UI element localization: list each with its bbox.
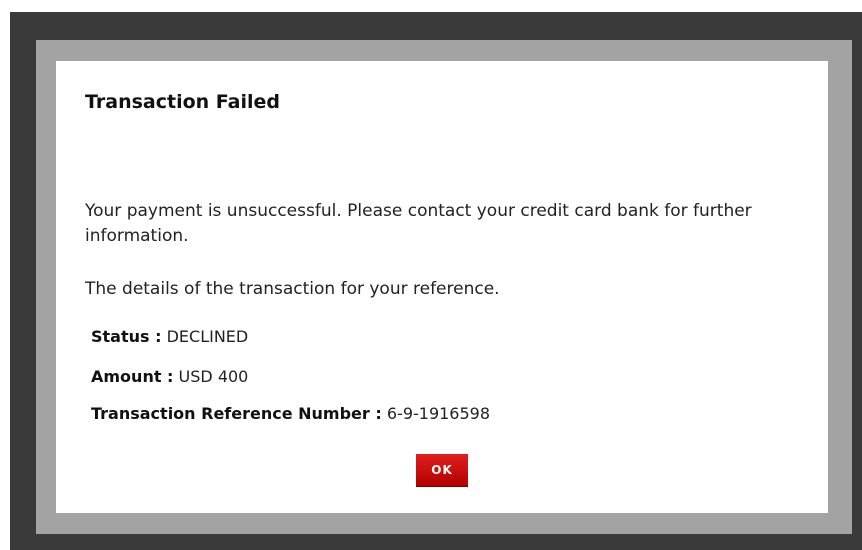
dialog-title: Transaction Failed: [85, 91, 280, 113]
status-value: DECLINED: [166, 327, 249, 346]
details-intro: The details of the transaction for your …: [85, 279, 500, 299]
reference-row: Transaction Reference Number : 6-9-19165…: [91, 403, 490, 425]
ok-button[interactable]: OK: [416, 454, 468, 486]
transaction-failed-dialog: Transaction Failed Your payment is unsuc…: [56, 61, 828, 513]
amount-row: Amount : USD 400: [91, 366, 248, 388]
reference-value: 6-9-1916598: [386, 404, 491, 423]
reference-label: Transaction Reference Number :: [91, 404, 382, 423]
status-label: Status :: [91, 327, 162, 346]
amount-label: Amount :: [91, 367, 174, 386]
page: Transaction Failed Your payment is unsuc…: [0, 0, 862, 550]
amount-value: USD 400: [178, 367, 249, 386]
status-row: Status : DECLINED: [91, 326, 248, 348]
failure-message: Your payment is unsuccessful. Please con…: [85, 201, 752, 246]
